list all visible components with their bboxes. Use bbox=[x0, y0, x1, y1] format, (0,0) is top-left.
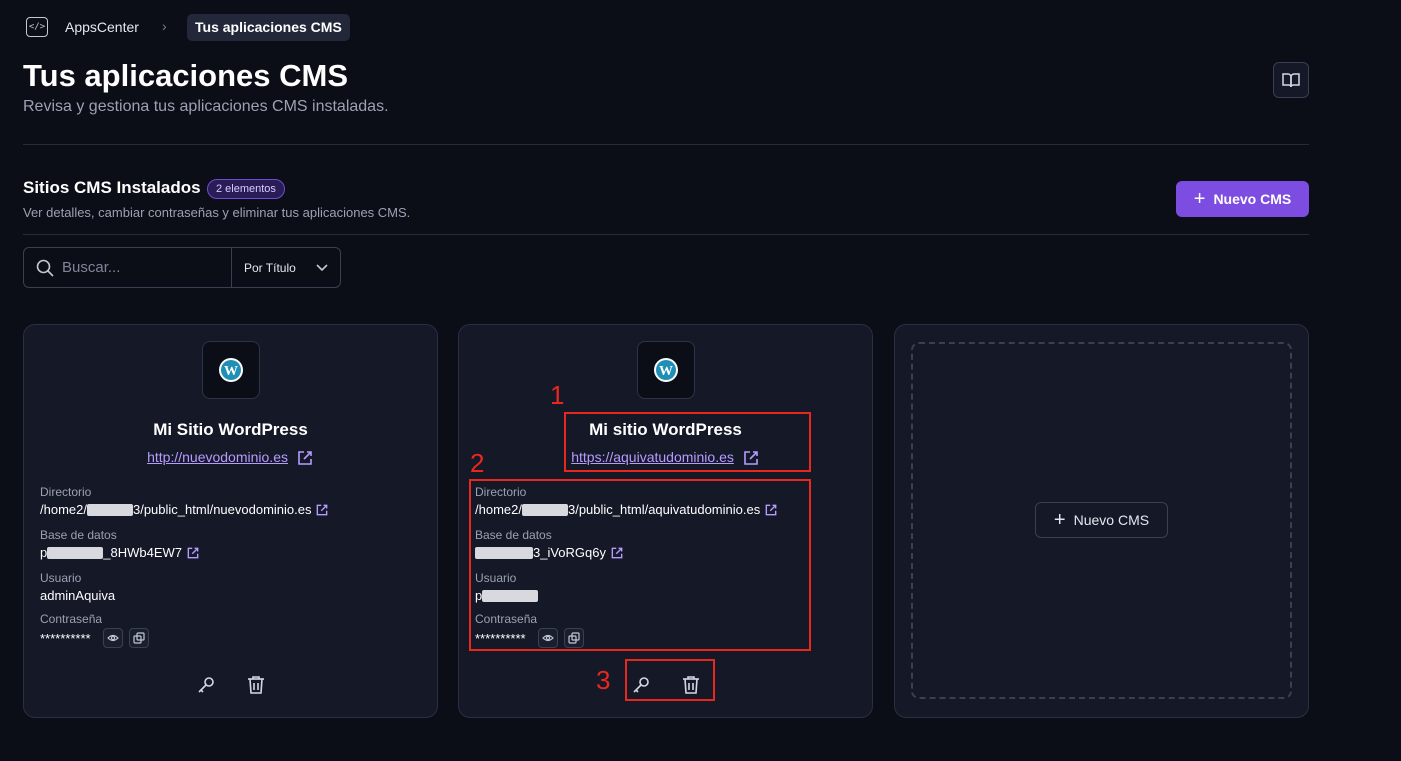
redacted-block bbox=[47, 546, 104, 559]
password-value: ********** bbox=[40, 628, 149, 648]
search-bar: Por Título bbox=[23, 247, 341, 288]
new-cms-button[interactable]: + Nuevo CMS bbox=[1176, 181, 1309, 217]
search-input[interactable] bbox=[62, 259, 222, 276]
breadcrumb-separator: › bbox=[162, 18, 167, 34]
delete-button[interactable] bbox=[246, 675, 266, 695]
annotation-number-3: 3 bbox=[596, 665, 611, 695]
change-password-button[interactable] bbox=[196, 675, 216, 695]
new-cms-label: Nuevo CMS bbox=[1213, 191, 1292, 207]
external-link-icon[interactable] bbox=[186, 546, 200, 560]
annotation-number-1: 1 bbox=[550, 380, 565, 410]
annotation-box-1 bbox=[564, 412, 811, 472]
cms-url-text[interactable]: http://nuevodominio.es bbox=[147, 449, 288, 465]
breadcrumb-current: Tus aplicaciones CMS bbox=[187, 14, 350, 41]
search-field bbox=[24, 248, 232, 287]
plus-icon: + bbox=[1053, 509, 1066, 531]
password-label: Contraseña bbox=[40, 612, 103, 626]
trash-icon bbox=[247, 676, 264, 694]
cms-url-link[interactable]: http://nuevodominio.es bbox=[24, 449, 437, 467]
external-link-icon[interactable] bbox=[315, 503, 329, 517]
annotation-box-3 bbox=[625, 659, 715, 701]
eye-icon bbox=[106, 634, 119, 642]
wordpress-logo: W bbox=[637, 341, 695, 399]
user-value: adminAquiva bbox=[40, 588, 116, 603]
section-divider bbox=[23, 234, 1309, 235]
annotation-number-2: 2 bbox=[470, 448, 485, 478]
user-label: Usuario bbox=[40, 571, 82, 585]
count-badge: 2 elementos bbox=[207, 179, 285, 199]
page-title: Tus aplicaciones CMS bbox=[23, 58, 349, 93]
redacted-block bbox=[86, 503, 133, 516]
add-cms-button[interactable]: + Nuevo CMS bbox=[1035, 502, 1168, 538]
password-mask: ********** bbox=[40, 630, 91, 646]
section-title: Sitios CMS Instalados bbox=[23, 178, 201, 197]
documentation-button[interactable] bbox=[1273, 62, 1309, 98]
search-icon bbox=[36, 259, 54, 277]
svg-text:W: W bbox=[224, 364, 238, 379]
plus-icon: + bbox=[1193, 188, 1206, 210]
show-password-button[interactable] bbox=[102, 628, 123, 648]
wordpress-icon: W bbox=[654, 358, 678, 382]
directory-label: Directorio bbox=[40, 485, 92, 499]
cms-card: W Mi Sitio WordPress http://nuevodominio… bbox=[23, 324, 438, 718]
breadcrumb-appscenter[interactable]: AppsCenter bbox=[65, 19, 139, 35]
external-link-icon[interactable] bbox=[296, 449, 314, 467]
chevron-down-icon bbox=[316, 263, 328, 271]
wordpress-icon: W bbox=[219, 358, 243, 382]
annotation-box-2 bbox=[469, 479, 811, 651]
copy-icon bbox=[132, 632, 145, 644]
card-actions bbox=[24, 675, 437, 695]
directory-value: /home2/ 3/public_html/nuevodominio.es bbox=[40, 502, 329, 517]
page-subtitle: Revisa y gestiona tus aplicaciones CMS i… bbox=[23, 98, 389, 115]
wordpress-logo: W bbox=[202, 341, 260, 399]
header-divider bbox=[23, 144, 1309, 145]
database-suffix: _8HWb4EW7 bbox=[103, 545, 182, 560]
database-label: Base de datos bbox=[40, 528, 117, 542]
directory-suffix: 3/public_html/nuevodominio.es bbox=[132, 502, 312, 517]
copy-password-button[interactable] bbox=[128, 628, 149, 648]
database-value: p _8HWb4EW7 bbox=[40, 545, 200, 560]
add-cms-label: Nuevo CMS bbox=[1073, 512, 1150, 528]
svg-text:W: W bbox=[659, 364, 673, 379]
section-subtitle: Ver detalles, cambiar contraseñas y elim… bbox=[23, 205, 411, 220]
sort-select[interactable]: Por Título bbox=[232, 261, 340, 275]
directory-prefix: /home2/ bbox=[40, 502, 87, 517]
database-prefix: p bbox=[40, 545, 48, 560]
book-icon bbox=[1282, 73, 1300, 88]
add-cms-card: + Nuevo CMS bbox=[894, 324, 1309, 718]
sort-label: Por Título bbox=[244, 260, 296, 275]
key-icon bbox=[197, 677, 214, 693]
apps-center-icon[interactable]: </> bbox=[26, 17, 48, 37]
cms-name: Mi Sitio WordPress bbox=[153, 420, 308, 439]
